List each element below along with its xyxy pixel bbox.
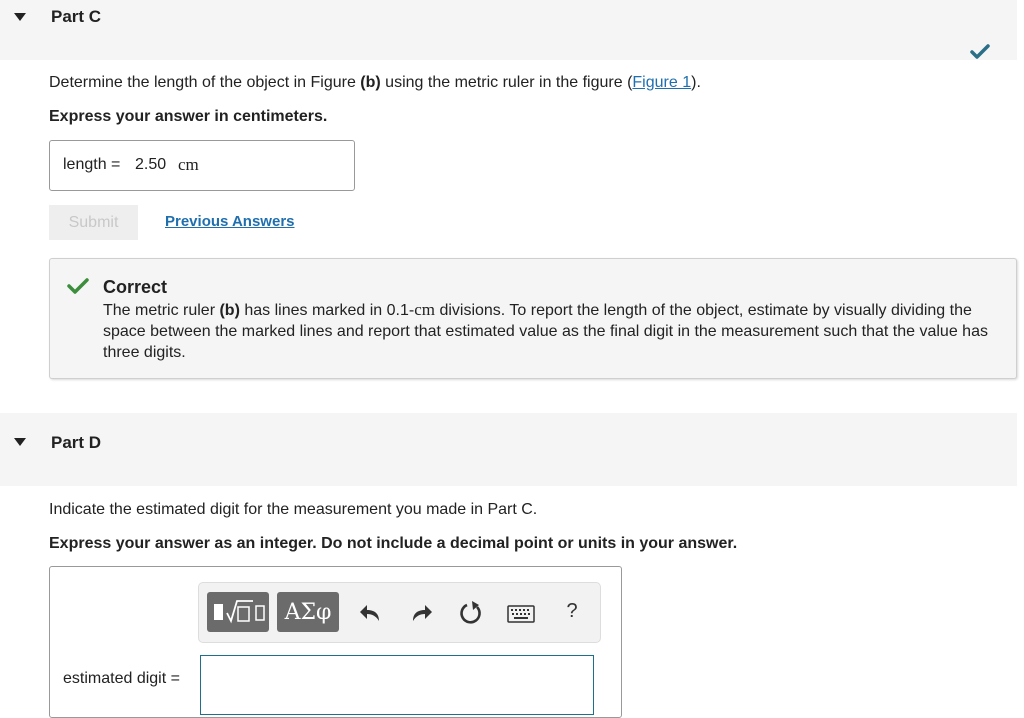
part-d-title: Part D — [51, 433, 102, 452]
answer-panel: ΑΣφ ? estimated digit = — [49, 566, 622, 718]
correct-check-icon — [67, 278, 89, 294]
submit-button[interactable]: Submit — [49, 205, 138, 240]
collapse-caret-icon[interactable] — [14, 13, 26, 21]
redo-icon[interactable] — [407, 599, 435, 627]
part-d-header[interactable]: Part D — [0, 413, 1017, 486]
part-d-question: Indicate the estimated digit for the mea… — [49, 501, 538, 518]
collapse-caret-icon[interactable] — [14, 438, 26, 446]
feedback-text-2: has lines marked in 0.1- — [239, 302, 415, 319]
question-bold: (b) — [360, 74, 381, 91]
question-text: Determine the length of the object in Fi… — [49, 74, 361, 91]
part-c-question: Determine the length of the object in Fi… — [49, 74, 701, 92]
feedback-unit: cm — [414, 300, 435, 319]
undo-icon[interactable] — [357, 599, 385, 627]
help-button[interactable]: ? — [559, 597, 585, 625]
templates-button[interactable] — [207, 592, 269, 632]
length-answer-box[interactable]: length = 2.50 cm — [49, 140, 355, 191]
templates-icon — [214, 600, 265, 624]
feedback-text: The metric ruler — [103, 302, 220, 319]
question-text-3: ). — [691, 74, 701, 91]
previous-answers-link[interactable]: Previous Answers — [165, 213, 295, 230]
greek-symbols-button[interactable]: ΑΣφ — [277, 592, 339, 632]
length-unit: cm — [178, 155, 199, 174]
feedback-bold: (b) — [219, 302, 240, 319]
length-value: 2.50 — [135, 156, 167, 173]
figure-link[interactable]: Figure 1 — [632, 74, 691, 91]
estimated-digit-label: estimated digit = — [63, 670, 180, 687]
part-d-instruction: Express your answer as an integer. Do no… — [49, 535, 738, 552]
keyboard-icon[interactable] — [505, 603, 537, 625]
question-text-2: using the metric ruler in the figure ( — [380, 74, 633, 91]
part-c-title: Part C — [51, 7, 102, 26]
part-c-instruction: Express your answer in centimeters. — [49, 108, 328, 125]
reset-icon[interactable] — [457, 599, 485, 627]
math-toolbar: ΑΣφ ? — [198, 582, 601, 643]
feedback-body: The metric ruler (b) has lines marked in… — [103, 299, 1008, 363]
feedback-title: Correct — [103, 277, 168, 297]
estimated-digit-input[interactable] — [200, 655, 594, 715]
completed-check-icon — [970, 44, 990, 59]
part-c-header[interactable]: Part C — [0, 0, 1017, 60]
length-label: length = — [63, 156, 121, 173]
feedback-panel: Correct The metric ruler (b) has lines m… — [49, 258, 1017, 379]
